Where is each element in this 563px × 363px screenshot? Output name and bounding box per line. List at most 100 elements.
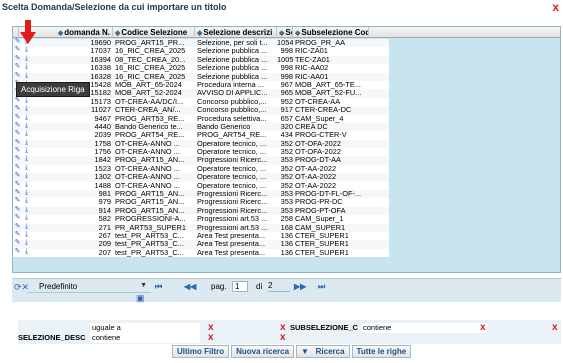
table-row[interactable]: 16338 16_RIC_CREA_2025 Selezione pubblica … (13, 64, 389, 72)
edit-icon[interactable]: ✎ (13, 155, 22, 163)
acquire-row-icon[interactable]: ⤓ (22, 139, 31, 147)
acquire-row-icon[interactable]: ⤓ (22, 147, 31, 155)
row-actions: ✎⤓ (13, 46, 35, 54)
row-actions: ✎⤓ (13, 72, 35, 80)
header-selezione-desc[interactable]: ◆Selezione descrizi (195, 27, 277, 38)
table-row[interactable]: 4440 Bando Generico te... Bando Generico 32… (13, 122, 389, 132)
cell-codice: 16_RIC_CREA_2025 (115, 47, 186, 56)
acquire-row-icon[interactable]: ⤓ (22, 72, 31, 80)
filter-op-uguale[interactable]: uguale a (90, 323, 200, 333)
acquire-row-icon[interactable]: ⤓ (22, 214, 31, 222)
header-se[interactable]: ◆Se (277, 27, 293, 38)
clear-icon[interactable]: x (480, 323, 486, 333)
new-search-button[interactable]: Nuova ricerca (231, 345, 295, 358)
edit-icon[interactable]: ✎ (13, 189, 22, 197)
clear-icon[interactable]: x (208, 333, 214, 343)
export-icon[interactable]: ▣ (136, 293, 145, 304)
edit-icon[interactable]: ✎ (13, 114, 22, 122)
acquire-row-icon[interactable]: ⤓ (22, 189, 31, 197)
last-page-icon[interactable]: ⏭ (318, 282, 325, 292)
acquire-row-icon[interactable]: ⤓ (22, 105, 31, 113)
edit-icon[interactable]: ✎ (13, 172, 22, 180)
clear-icon[interactable]: x (280, 333, 286, 343)
edit-icon[interactable]: ✎ (13, 231, 22, 239)
table-row[interactable]: 209 test_PR_ART53_C... Area Test presenta.… (13, 240, 389, 249)
table-row[interactable]: 11027 CTER-CREA_AN/... Concorso pubblico,.… (13, 106, 389, 115)
prev-page-icon[interactable]: ◀◀ (184, 282, 196, 291)
header-subselezione[interactable]: ◆Subselezione Cod. (293, 27, 369, 38)
acquire-row-icon[interactable]: ⤓ (22, 63, 31, 71)
edit-icon[interactable]: ✎ (13, 63, 22, 71)
header-codice[interactable]: ◆Codice Selezione (113, 27, 195, 38)
filter-op-sub-contiene[interactable]: contiene (361, 323, 487, 333)
edit-icon[interactable]: ✎ (13, 206, 22, 214)
first-page-icon[interactable]: ⏮ (155, 282, 162, 292)
table-row[interactable]: 1758 OT-CREA-ANNO ... Operatore tecnico, .… (13, 139, 389, 149)
edit-icon[interactable]: ✎ (13, 214, 22, 222)
table-row[interactable]: 1302 OT-CREA-ANNO ... Operatore tecnico, .… (13, 173, 389, 182)
table-row[interactable]: 914 PROG_ART15_AN... Progressioni Ricerc..… (13, 206, 389, 216)
edit-icon[interactable]: ✎ (13, 130, 22, 138)
acquire-row-icon[interactable]: ⤓ (22, 223, 31, 231)
table-row[interactable]: 207 test_PR_ART53_C... Area Test presenta.… (13, 249, 389, 257)
acquire-row-icon[interactable]: ⤓ (22, 46, 31, 54)
table-row[interactable]: 16328 16_RIC_CREA_2025 Selezione pubblica … (13, 72, 389, 81)
table-row[interactable]: 1756 OT-CREA-ANNO ... Operatore tecnico, .… (13, 148, 389, 156)
table-row[interactable]: 15173 OT-CREA-AA/DC/I... Concorso pubblico… (13, 98, 389, 106)
table-row[interactable]: 267 test_PR_ART53_C... Area Test presenta.… (13, 232, 389, 240)
edit-icon[interactable]: ✎ (13, 97, 22, 105)
acquire-row-icon[interactable]: ⤓ (22, 239, 31, 247)
preset-select[interactable]: Predefinito ▼ (27, 282, 151, 293)
acquire-row-icon[interactable]: ⤓ (22, 114, 31, 122)
acquire-row-icon[interactable]: ⤓ (22, 248, 31, 256)
table-row[interactable]: 17037 16_RIC_CREA_2025 Selezione pubblica … (13, 47, 389, 55)
next-page-icon[interactable]: ▶▶ (294, 282, 306, 291)
edit-icon[interactable]: ✎ (13, 72, 22, 80)
table-row[interactable]: 16394 08_TEC_CREA_20... Selezione pubblica… (13, 55, 389, 65)
cell-selezione-desc: Selezione pubblica ... (197, 55, 268, 64)
edit-icon[interactable]: ✎ (13, 239, 22, 247)
acquire-row-icon[interactable]: ⤓ (22, 197, 31, 205)
acquire-row-icon[interactable]: ⤓ (22, 206, 31, 214)
table-row[interactable]: 2039 PROG_ART54_RE... PROG_ART54_RE... 434 P… (13, 131, 389, 139)
header-label: Selezione descrizi (203, 28, 273, 37)
table-row[interactable]: 979 PROG_ART15_AN... Progressioni Ricerc..… (13, 198, 389, 206)
edit-icon[interactable]: ✎ (13, 164, 22, 172)
table-row[interactable]: 19690 PROG_ART15_PR... Selezione, per soli… (13, 39, 389, 48)
table-row[interactable]: 271 PR_ART53_SUPER1 Progressioni art.53 ..… (13, 223, 389, 232)
last-filter-button[interactable]: Ultimo Filtro (172, 345, 230, 358)
acquire-row-icon[interactable]: ⤓ (22, 172, 31, 180)
edit-icon[interactable]: ✎ (13, 105, 22, 113)
acquire-row-icon[interactable]: ⤓ (22, 55, 31, 63)
table-row[interactable]: 981 PROG_ART15_AN... Progressioni Ricerc..… (13, 190, 389, 199)
edit-icon[interactable]: ✎ (13, 248, 22, 256)
close-icon[interactable]: x (552, 0, 559, 14)
table-row[interactable]: 1488 OT-CREA-ANNO ... Operatore tecnico, .… (13, 182, 389, 190)
page-label: pag. (211, 282, 227, 291)
edit-icon[interactable]: ✎ (13, 46, 22, 54)
filter-op-contiene[interactable]: contiene (90, 333, 200, 343)
acquire-row-icon[interactable]: ⤓ (22, 97, 31, 105)
edit-icon[interactable]: ✎ (13, 55, 22, 63)
page-input[interactable]: 1 (232, 281, 248, 292)
acquire-row-icon[interactable]: ⤓ (22, 181, 31, 189)
edit-icon[interactable]: ✎ (13, 122, 22, 130)
acquire-row-icon[interactable]: ⤓ (22, 231, 31, 239)
table-row[interactable]: 9467 PROG_ART53_RE... Procedura selettiva.… (13, 115, 389, 123)
edit-icon[interactable]: ✎ (13, 181, 22, 189)
search-button[interactable]: ▼ Ricerca (296, 345, 350, 358)
table-row[interactable]: 1842 PROG_ART15_AN... Progressioni Ricerc.… (13, 156, 389, 165)
edit-icon[interactable]: ✎ (13, 147, 22, 155)
edit-icon[interactable]: ✎ (13, 197, 22, 205)
all-rows-button[interactable]: Tutte le righe (351, 345, 412, 358)
acquire-row-icon[interactable]: ⤓ (22, 155, 31, 163)
table-row[interactable]: 582 PROGRESSIONI-A... Progressioni art.53 … (13, 215, 389, 223)
edit-icon[interactable]: ✎ (13, 139, 22, 147)
acquire-row-icon[interactable]: ⤓ (22, 122, 31, 130)
cell-se: 998 (280, 72, 293, 81)
acquire-row-icon[interactable]: ⤓ (22, 164, 31, 172)
clear-icon[interactable]: x (552, 323, 558, 333)
acquire-row-icon[interactable]: ⤓ (22, 130, 31, 138)
edit-icon[interactable]: ✎ (13, 223, 22, 231)
table-row[interactable]: 1523 OT-CREA-ANNO ... Operatore tecnico, .… (13, 165, 389, 173)
